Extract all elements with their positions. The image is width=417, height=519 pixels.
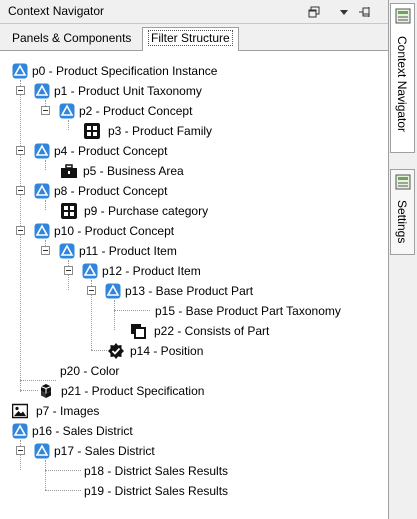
tree-item-label: p18 - District Sales Results xyxy=(84,464,229,478)
tree-connector-line xyxy=(45,460,46,490)
concept-icon xyxy=(34,83,50,99)
tree-item-label: p3 - Product Family xyxy=(108,124,213,138)
collapse-toggle[interactable] xyxy=(64,266,73,275)
tree-item-label: p16 - Sales District xyxy=(32,424,133,438)
concept-icon xyxy=(34,143,50,159)
tab-strip: Panels & Components Filter Structure xyxy=(0,24,388,51)
tree-item-label: p14 - Position xyxy=(130,344,204,358)
side-tab-settings[interactable]: Settings xyxy=(390,169,415,255)
tab-label: Filter Structure xyxy=(148,30,233,46)
collapse-toggle[interactable] xyxy=(16,86,25,95)
tree-item-label: p9 - Purchase category xyxy=(84,204,209,218)
tab-panels-components[interactable]: Panels & Components xyxy=(7,28,136,48)
tree-connector-line xyxy=(45,470,81,471)
panel-titlebar: Context Navigator xyxy=(0,0,388,24)
filter-structure-tree: p0 - Product Specification Instance p1 -… xyxy=(0,51,388,519)
pin-icon[interactable] xyxy=(356,3,374,21)
collapse-toggle[interactable] xyxy=(41,106,50,115)
tree-item-label: p19 - District Sales Results xyxy=(84,484,229,498)
settings-icon xyxy=(395,174,411,190)
grid-icon xyxy=(84,123,100,139)
side-tab-bar: Context Navigator Settings xyxy=(389,0,417,519)
tree-item-label: p11 - Product Item xyxy=(79,244,177,258)
tree-connector-line xyxy=(68,120,69,130)
concept-icon xyxy=(105,283,121,299)
briefcase-icon xyxy=(61,164,77,178)
tree-item-label: p7 - Images xyxy=(36,404,100,418)
tree-item-label: p15 - Base Product Part Taxonomy xyxy=(155,304,341,318)
tree-connector-line xyxy=(45,200,46,210)
context-navigator-panel: Context Navigator Panels & Components Fi… xyxy=(0,0,389,519)
tree-item-label: p13 - Base Product Part xyxy=(125,284,254,298)
tree-item-label: p8 - Product Concept xyxy=(54,184,168,198)
copy-icon xyxy=(131,324,146,339)
collapse-toggle[interactable] xyxy=(16,146,25,155)
navigator-icon xyxy=(395,8,411,24)
panel-title: Context Navigator xyxy=(8,4,105,18)
restore-window-icon[interactable] xyxy=(305,3,323,21)
tree-item-label: p10 - Product Concept xyxy=(54,224,175,238)
side-tab-label: Context Navigator xyxy=(395,36,409,133)
concept-icon xyxy=(34,443,50,459)
concept-icon xyxy=(59,243,75,259)
collapse-toggle[interactable] xyxy=(16,446,25,455)
grid-icon xyxy=(61,203,77,219)
tree-item-label: p22 - Consists of Part xyxy=(154,324,270,338)
concept-icon xyxy=(34,223,50,239)
concept-icon xyxy=(59,103,75,119)
tree-connector-line xyxy=(20,380,56,381)
tree-connector-line xyxy=(114,300,115,330)
tree-item-label: p17 - Sales District xyxy=(54,444,155,458)
tree-item-label: p5 - Business Area xyxy=(83,164,184,178)
gear-check-icon xyxy=(108,343,124,359)
image-icon xyxy=(12,403,28,419)
concept-icon xyxy=(12,63,28,79)
tree-connector-line xyxy=(20,440,21,470)
chevron-down-icon[interactable] xyxy=(335,3,353,21)
tree-item-label: p4 - Product Concept xyxy=(54,144,168,158)
concept-icon xyxy=(12,423,28,439)
tree-item-label: p0 - Product Specification Instance xyxy=(32,64,218,78)
collapse-toggle[interactable] xyxy=(87,286,96,295)
tree-item-label: p1 - Product Unit Taxonomy xyxy=(54,84,202,98)
tree-item-label: p12 - Product Item xyxy=(102,264,201,278)
collapse-toggle[interactable] xyxy=(16,226,25,235)
tree-item-label: p2 - Product Concept xyxy=(79,104,193,118)
cubes-icon xyxy=(40,384,52,398)
tree-connector-line xyxy=(114,310,150,311)
collapse-toggle[interactable] xyxy=(41,246,50,255)
tab-label: Panels & Components xyxy=(12,31,132,45)
tree-connector-line xyxy=(45,160,46,170)
concept-icon xyxy=(82,263,98,279)
tree-item-label: p20 - Color xyxy=(60,364,120,378)
collapse-toggle[interactable] xyxy=(16,186,25,195)
tab-filter-structure[interactable]: Filter Structure xyxy=(142,27,239,51)
tree-connector-line xyxy=(20,390,38,391)
side-tab-context-navigator[interactable]: Context Navigator xyxy=(390,3,415,153)
tree-connector-line xyxy=(45,490,81,491)
tree-connector-line xyxy=(91,350,107,351)
tree-connector-line xyxy=(20,80,21,392)
tree-item-label: p21 - Product Specification xyxy=(61,384,205,398)
side-tab-label: Settings xyxy=(395,200,409,244)
tree-connector-line xyxy=(68,260,69,290)
concept-icon xyxy=(34,183,50,199)
